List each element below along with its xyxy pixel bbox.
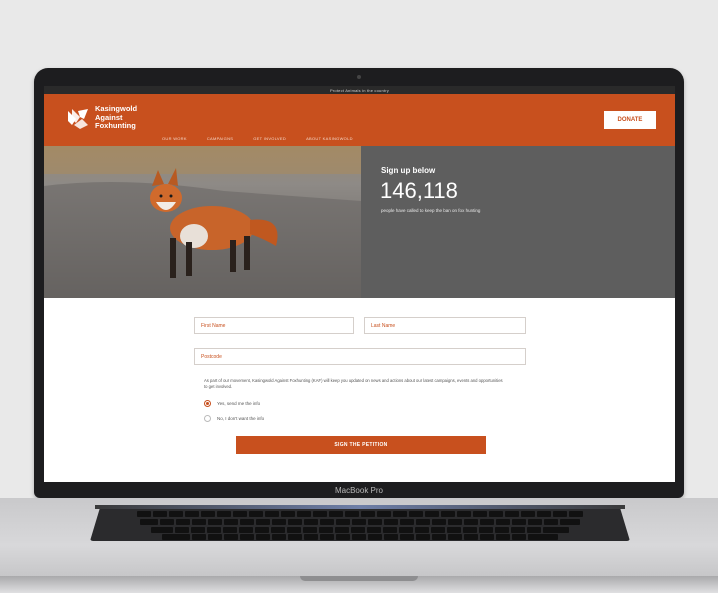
touch-bar xyxy=(95,505,625,509)
signature-subtext: people have called to keep the ban on fo… xyxy=(381,208,481,213)
fox-photo xyxy=(44,146,361,298)
logo-line-3: Foxhunting xyxy=(95,121,136,131)
keyboard xyxy=(90,505,630,541)
browser-screen: Protect Animals in the country Kasingwol… xyxy=(44,86,675,482)
consent-option-no[interactable]: No, I don't want the info xyxy=(204,415,264,422)
device-label: MacBook Pro xyxy=(334,486,384,495)
webcam-icon xyxy=(357,75,361,79)
key-row xyxy=(90,534,630,540)
nav-about[interactable]: ABOUT KASINGWOLD xyxy=(306,136,353,141)
sign-up-heading: Sign up below xyxy=(381,166,436,175)
petition-stats-panel: Sign up below 146,118 people have called… xyxy=(361,146,675,298)
lid-notch xyxy=(300,576,418,581)
nav-our-work[interactable]: OUR WORK xyxy=(162,136,187,141)
announcement-bar: Protect Animals in the country xyxy=(44,86,675,94)
radio-no[interactable] xyxy=(204,415,211,422)
logo-text: Kasingwold Against Foxhunting xyxy=(95,105,137,131)
fox-illustration xyxy=(44,146,361,298)
site-logo[interactable]: Kasingwold Against Foxhunting xyxy=(66,105,137,131)
nav-campaigns[interactable]: CAMPAIGNS xyxy=(207,136,233,141)
signature-count: 146,118 xyxy=(380,178,458,203)
petition-form: First Name Last Name Postcode As part of… xyxy=(44,298,675,474)
donate-button[interactable]: DONATE xyxy=(604,111,656,129)
announcement-text: Protect Animals in the country xyxy=(330,87,389,93)
first-name-placeholder: First Name xyxy=(201,322,226,329)
last-name-placeholder: Last Name xyxy=(371,322,396,329)
radio-yes[interactable] xyxy=(204,400,211,407)
radio-yes-label: Yes, send me the info xyxy=(217,401,261,406)
fox-logo-icon xyxy=(68,109,88,129)
nav-get-involved[interactable]: GET INVOLVED xyxy=(253,136,286,141)
first-name-field[interactable]: First Name xyxy=(194,317,354,334)
postcode-placeholder: Postcode xyxy=(201,353,222,360)
main-nav: OUR WORK CAMPAIGNS GET INVOLVED ABOUT KA… xyxy=(162,136,353,141)
postcode-field[interactable]: Postcode xyxy=(194,348,526,365)
last-name-field[interactable]: Last Name xyxy=(364,317,526,334)
key-row xyxy=(90,511,630,517)
hero-section: Sign up below 146,118 people have called… xyxy=(44,146,675,298)
key-row xyxy=(90,527,630,533)
site-header: Kasingwold Against Foxhunting OUR WORK C… xyxy=(44,94,675,146)
consent-option-yes[interactable]: Yes, send me the info xyxy=(204,400,260,407)
sign-petition-button[interactable]: SIGN THE PETITION xyxy=(236,436,486,454)
consent-text: As part of our movement, Kasingwold Agai… xyxy=(204,378,503,389)
radio-no-label: No, I don't want the info xyxy=(217,416,265,421)
key-row xyxy=(90,519,630,525)
